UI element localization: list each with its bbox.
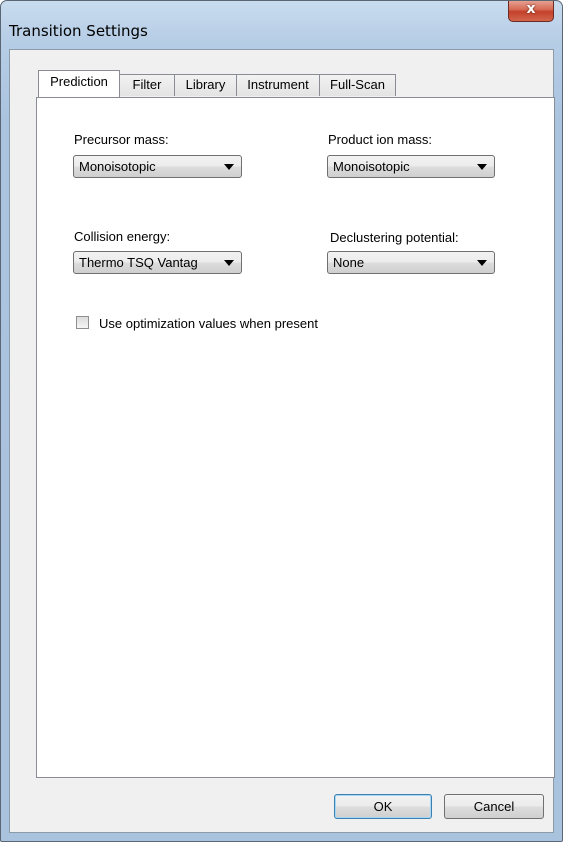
use-optimization-label[interactable]: Use optimization values when present bbox=[99, 316, 318, 331]
product-ion-mass-select[interactable]: Monoisotopic bbox=[327, 155, 495, 178]
ok-button[interactable]: OK bbox=[334, 794, 432, 819]
tab-prediction[interactable]: Prediction bbox=[38, 70, 120, 97]
declustering-potential-select[interactable]: None bbox=[327, 251, 495, 274]
tab-library[interactable]: Library bbox=[174, 74, 237, 96]
dialog-title: Transition Settings bbox=[9, 22, 148, 40]
title-bar[interactable]: Transition Settings x bbox=[1, 1, 562, 49]
tab-instrument[interactable]: Instrument bbox=[236, 74, 320, 96]
precursor-mass-select[interactable]: Monoisotopic bbox=[73, 155, 242, 178]
collision-energy-select[interactable]: Thermo TSQ Vantag bbox=[73, 251, 242, 274]
precursor-mass-value: Monoisotopic bbox=[79, 159, 156, 174]
product-ion-mass-value: Monoisotopic bbox=[333, 159, 410, 174]
close-button[interactable]: x bbox=[508, 1, 554, 22]
use-optimization-checkbox[interactable] bbox=[76, 316, 89, 329]
chevron-down-icon bbox=[477, 164, 487, 170]
declustering-potential-value: None bbox=[333, 255, 365, 270]
chevron-down-icon bbox=[224, 164, 234, 170]
collision-energy-value: Thermo TSQ Vantag bbox=[79, 255, 198, 270]
cancel-button[interactable]: Cancel bbox=[444, 794, 544, 819]
close-icon: x bbox=[526, 1, 536, 17]
precursor-mass-label: Precursor mass: bbox=[74, 132, 169, 147]
tab-filter[interactable]: Filter bbox=[119, 74, 175, 96]
collision-energy-label: Collision energy: bbox=[74, 229, 171, 244]
product-ion-mass-label: Product ion mass: bbox=[328, 132, 433, 147]
prediction-tab-panel bbox=[36, 97, 555, 778]
chevron-down-icon bbox=[224, 260, 234, 266]
chevron-down-icon bbox=[477, 260, 487, 266]
tab-full-scan[interactable]: Full-Scan bbox=[319, 74, 396, 96]
declustering-potential-label: Declustering potential: bbox=[330, 230, 459, 245]
